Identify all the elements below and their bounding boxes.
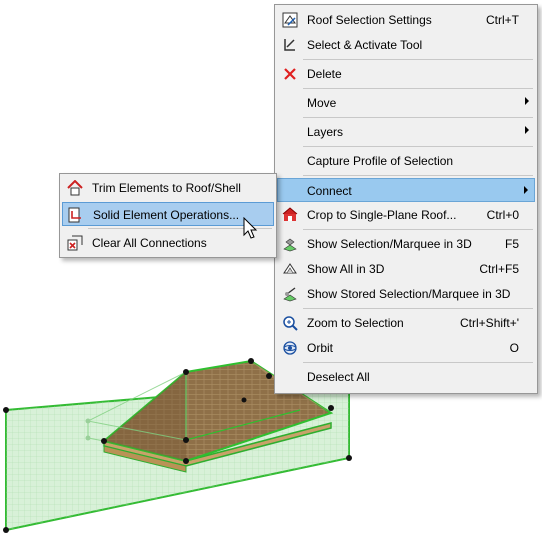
menu-item-label: Solid Element Operations... <box>93 208 240 222</box>
menu-separator <box>303 229 533 230</box>
menu-item-label: Move <box>307 96 337 110</box>
menu-item-label: Roof Selection Settings <box>307 13 432 27</box>
menu-separator <box>303 175 533 176</box>
solid-operations-icon <box>68 207 84 223</box>
menu-item-label: Show Stored Selection/Marquee in 3D <box>307 287 511 301</box>
delete-icon <box>282 66 298 82</box>
show-selection-3d-icon <box>282 236 298 252</box>
menu-item-label: Capture Profile of Selection <box>307 154 454 168</box>
select-tool-icon <box>282 37 298 53</box>
menu-item-label: Select & Activate Tool <box>307 38 423 52</box>
menu-item-orbit[interactable]: Orbit O <box>277 337 535 359</box>
menu-item-label: Connect <box>307 184 352 198</box>
show-stored-3d-icon <box>282 286 298 302</box>
menu-item-label: Zoom to Selection <box>307 316 404 330</box>
menu-item-select-activate-tool[interactable]: Select & Activate Tool <box>277 34 535 56</box>
menu-item-layers[interactable]: Layers <box>277 121 535 143</box>
menu-item-delete[interactable]: Delete <box>277 63 535 85</box>
menu-item-roof-selection-settings[interactable]: Roof Selection Settings Ctrl+T <box>277 9 535 31</box>
menu-item-label: Deselect All <box>307 370 370 384</box>
menu-item-label: Crop to Single-Plane Roof... <box>307 208 457 222</box>
menu-item-move[interactable]: Move <box>277 92 535 114</box>
menu-item-shortcut: Ctrl+Shift+' <box>460 316 519 330</box>
menu-item-shortcut: Ctrl+F5 <box>479 262 519 276</box>
menu-item-label: Layers <box>307 125 344 139</box>
menu-item-show-selection-3d[interactable]: Show Selection/Marquee in 3D F5 <box>277 233 535 255</box>
menu-item-label: Clear All Connections <box>92 236 207 250</box>
menu-item-shortcut: O <box>509 341 519 355</box>
menu-separator <box>303 88 533 89</box>
menu-item-capture-profile[interactable]: Capture Profile of Selection <box>277 150 535 172</box>
menu-item-zoom-selection[interactable]: Zoom to Selection Ctrl+Shift+' <box>277 312 535 334</box>
menu-separator <box>303 362 533 363</box>
menu-separator <box>303 117 533 118</box>
submenu-arrow-icon <box>524 186 528 194</box>
menu-item-label: Delete <box>307 67 342 81</box>
menu-item-label: Show All in 3D <box>307 262 385 276</box>
connect-submenu: Trim Elements to Roof/Shell Solid Elemen… <box>59 173 277 258</box>
submenu-item-trim-elements[interactable]: Trim Elements to Roof/Shell <box>62 177 274 199</box>
menu-item-shortcut: Ctrl+0 <box>486 208 519 222</box>
menu-separator <box>303 59 533 60</box>
menu-item-shortcut: Ctrl+T <box>486 13 519 27</box>
menu-separator <box>303 146 533 147</box>
menu-item-show-all-3d[interactable]: Show All in 3D Ctrl+F5 <box>277 258 535 280</box>
menu-item-label: Show Selection/Marquee in 3D <box>307 237 472 251</box>
mouse-pointer-icon <box>243 217 258 239</box>
show-all-3d-icon <box>282 261 298 277</box>
menu-item-deselect-all[interactable]: Deselect All <box>277 366 535 388</box>
roof-settings-icon <box>282 12 298 28</box>
crop-roof-icon <box>282 207 298 223</box>
submenu-arrow-icon <box>525 97 529 105</box>
menu-item-label: Orbit <box>307 341 334 355</box>
context-menu: Roof Selection Settings Ctrl+T Select & … <box>274 4 538 394</box>
submenu-arrow-icon <box>525 126 529 134</box>
menu-separator <box>303 308 533 309</box>
clear-connections-icon <box>67 235 83 251</box>
zoom-selection-icon <box>282 315 298 331</box>
menu-item-connect[interactable]: Connect <box>277 178 535 202</box>
menu-item-label: Trim Elements to Roof/Shell <box>92 181 241 195</box>
trim-roof-icon <box>67 179 83 196</box>
menu-item-show-stored-3d[interactable]: Show Stored Selection/Marquee in 3D <box>277 283 535 305</box>
menu-item-shortcut: F5 <box>504 237 519 251</box>
orbit-icon <box>282 340 298 356</box>
menu-item-crop-roof[interactable]: Crop to Single-Plane Roof... Ctrl+0 <box>277 204 535 226</box>
